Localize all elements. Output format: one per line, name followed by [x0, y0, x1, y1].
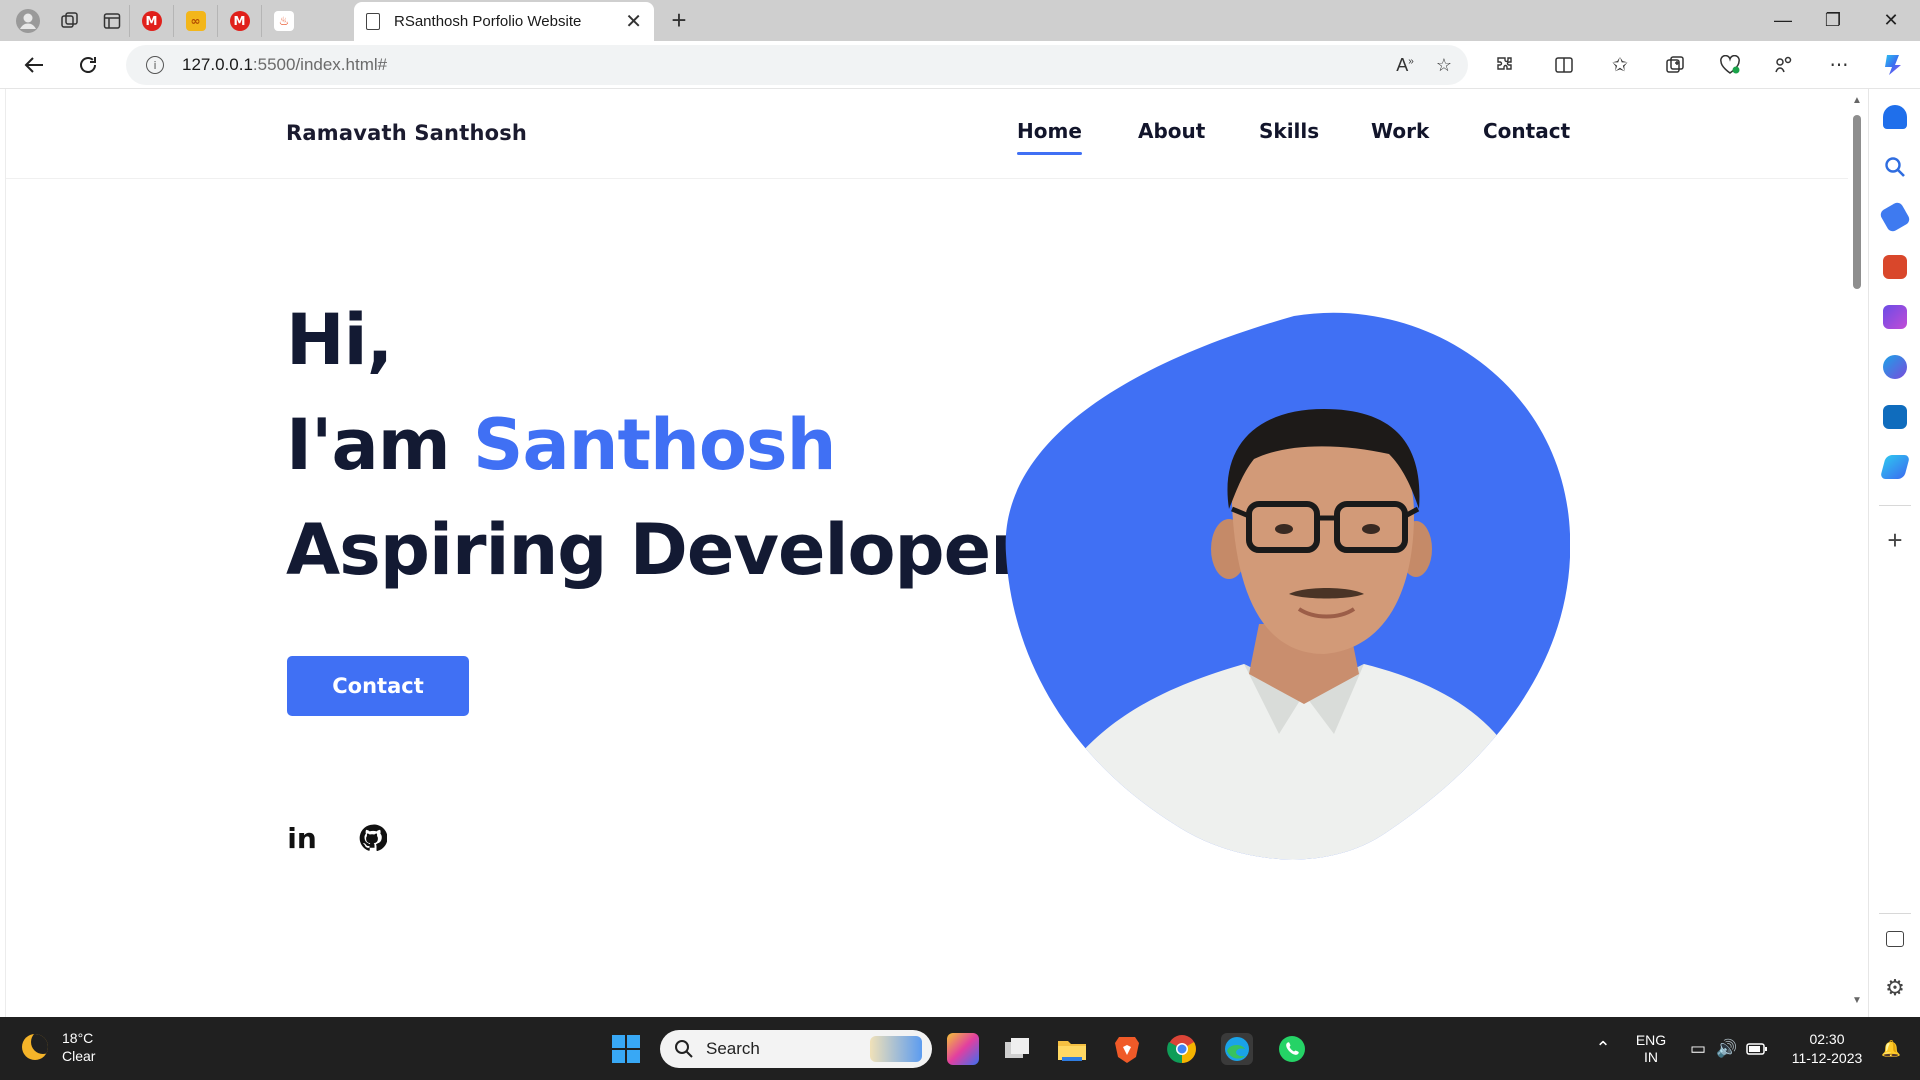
workspaces-icon[interactable] — [52, 5, 88, 37]
copilot-icon[interactable] — [1872, 41, 1912, 89]
profile-icon[interactable] — [10, 5, 46, 37]
volume-icon[interactable]: 🔊 — [1713, 1017, 1741, 1080]
browser-essentials-icon[interactable] — [1710, 41, 1750, 89]
edge-browser-icon[interactable] — [1221, 1033, 1253, 1065]
hide-sidebar-icon[interactable] — [1886, 931, 1904, 947]
sidebar-divider — [1879, 505, 1911, 506]
profile-image — [1005, 312, 1570, 860]
shopping-tag-icon[interactable] — [1878, 200, 1912, 234]
edge-sidebar: + ⚙ — [1868, 89, 1920, 1017]
drop-icon[interactable] — [1879, 455, 1911, 479]
pinned-tab-3[interactable]: M — [218, 4, 262, 37]
battery-icon[interactable] — [1742, 1017, 1772, 1080]
clock-date: 11-12-2023 — [1791, 1049, 1863, 1066]
clock[interactable]: 02:30 11-12-2023 — [1778, 1017, 1876, 1080]
contact-button[interactable]: Contact — [287, 656, 469, 716]
favorites-icon[interactable]: ✩ — [1600, 41, 1640, 89]
brand-m-icon: M — [141, 10, 162, 31]
scroll-up-arrow[interactable]: ▲ — [1852, 95, 1862, 106]
chrome-icon[interactable] — [1166, 1033, 1198, 1065]
brand-m-icon: M — [229, 10, 250, 31]
network-icon[interactable]: ▭ — [1683, 1017, 1713, 1080]
language-indicator[interactable]: ENG IN — [1628, 1017, 1674, 1080]
nav-about[interactable]: About — [1138, 119, 1205, 143]
nav-contact[interactable]: Contact — [1483, 119, 1570, 143]
lang-line-2: IN — [1644, 1048, 1658, 1065]
site-info-icon[interactable]: i — [146, 56, 164, 74]
games-icon[interactable] — [1883, 305, 1907, 329]
search-icon[interactable] — [1883, 155, 1907, 179]
split-screen-icon[interactable] — [1544, 41, 1584, 89]
start-windows-icon[interactable] — [610, 1033, 642, 1065]
tab-title: RSanthosh Porfolio Website — [394, 13, 582, 30]
close-tab-icon[interactable]: ✕ — [625, 9, 642, 34]
page-scrollbar[interactable]: ▲ ▼ — [1848, 89, 1868, 1017]
refresh-button[interactable] — [66, 45, 110, 85]
pinned-tab-1[interactable]: M — [130, 4, 174, 37]
search-highlight-icon — [870, 1036, 922, 1062]
url-host: 127.0.0.1 — [182, 55, 253, 74]
tools-icon[interactable] — [1883, 255, 1907, 279]
hero-intro: I'am Santhosh — [286, 404, 836, 486]
restore-button[interactable]: ❐ — [1804, 0, 1862, 41]
whatsapp-icon[interactable] — [1276, 1033, 1308, 1065]
more-options-icon[interactable]: ⋯ — [1819, 41, 1859, 89]
weather-desc: Clear — [62, 1048, 96, 1064]
file-explorer-icon[interactable] — [1056, 1033, 1088, 1065]
notifications-icon[interactable] — [1883, 105, 1907, 129]
browser-tab-strip: M ∞ M ♨ RSanthosh Porfolio Website ✕ + —… — [0, 0, 1920, 41]
nav-home[interactable]: Home — [1017, 119, 1082, 155]
sidebar-divider — [1879, 913, 1911, 914]
address-bar: i 127.0.0.1 :5500/index.html# A» ☆ ✩ ⋯ — [0, 41, 1920, 89]
outlook-icon[interactable] — [1883, 405, 1907, 429]
scroll-thumb[interactable] — [1853, 115, 1861, 289]
linkedin-icon[interactable]: in — [286, 822, 318, 855]
web-page: Ramavath Santhosh Home About Skills Work… — [5, 89, 1848, 1017]
url-field[interactable]: i 127.0.0.1 :5500/index.html# A» ☆ — [126, 45, 1468, 85]
extensions-icon[interactable] — [1485, 41, 1525, 89]
back-button[interactable] — [12, 45, 56, 85]
weather-widget[interactable]: 18°C Clear — [22, 1029, 95, 1065]
hero-greeting: Hi, — [286, 299, 393, 381]
moon-icon — [22, 1034, 48, 1060]
task-view-icon[interactable] — [1001, 1033, 1033, 1065]
brand-loop-icon: ∞ — [185, 10, 206, 31]
flame-icon: ♨ — [274, 10, 294, 31]
github-icon[interactable] — [357, 822, 389, 854]
clock-time: 02:30 — [1809, 1030, 1845, 1047]
url-path: :5500/index.html# — [252, 55, 388, 74]
weather-temp: 18°C — [62, 1030, 94, 1046]
settings-gear-icon[interactable]: ⚙ — [1883, 977, 1907, 1001]
windows-taskbar: 18°C Clear Search ⌃ ENG IN ▭ 🔊 02:30 11-… — [0, 1017, 1920, 1080]
tab-active[interactable]: RSanthosh Porfolio Website ✕ — [354, 2, 654, 41]
hero-role: Aspiring Developer — [286, 509, 1025, 591]
collections-icon[interactable] — [1655, 41, 1695, 89]
scroll-down-arrow[interactable]: ▼ — [1852, 995, 1862, 1006]
site-header: Ramavath Santhosh Home About Skills Work… — [6, 89, 1848, 179]
share-icon[interactable] — [1764, 41, 1804, 89]
lang-line-1: ENG — [1635, 1031, 1667, 1048]
pinned-tab-2[interactable]: ∞ — [174, 4, 218, 37]
read-aloud-icon[interactable]: A» — [1396, 55, 1414, 76]
taskbar-search-input[interactable]: Search — [660, 1030, 932, 1068]
add-icon[interactable]: + — [1883, 527, 1907, 553]
nav-work[interactable]: Work — [1371, 119, 1429, 143]
hero-name: Santhosh — [473, 404, 836, 486]
favorite-star-icon[interactable]: ☆ — [1436, 55, 1452, 76]
page-icon — [366, 13, 380, 30]
close-window-button[interactable]: ✕ — [1862, 0, 1920, 41]
taskbar-search-label: Search — [706, 1039, 760, 1058]
new-tab-button[interactable]: + — [664, 5, 694, 36]
brave-browser-icon[interactable] — [1111, 1033, 1143, 1065]
microsoft-365-icon[interactable] — [1883, 355, 1907, 379]
hero-intro-prefix: I'am — [286, 404, 474, 486]
nav-skills[interactable]: Skills — [1259, 119, 1319, 143]
copilot-preview-icon[interactable] — [947, 1033, 979, 1065]
site-logo[interactable]: Ramavath Santhosh — [286, 121, 527, 145]
notification-bell-icon[interactable]: 🔔 — [1876, 1017, 1906, 1080]
tab-actions-icon[interactable] — [94, 4, 130, 37]
search-icon — [675, 1040, 693, 1058]
pinned-tab-4[interactable]: ♨ — [262, 5, 306, 37]
show-hidden-icons[interactable]: ⌃ — [1590, 1017, 1616, 1080]
